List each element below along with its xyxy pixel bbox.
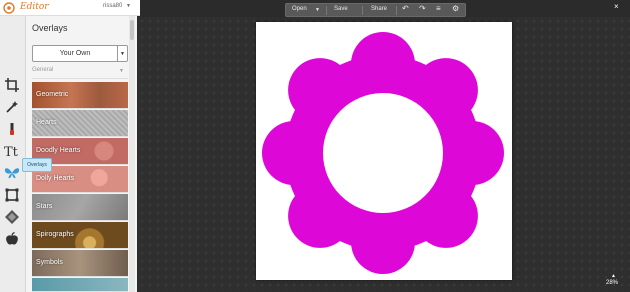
panel-scrollbar[interactable] bbox=[129, 16, 135, 292]
undo-icon[interactable]: ↶ bbox=[402, 4, 409, 13]
your-own-select[interactable]: Your Own bbox=[32, 45, 118, 62]
redo-icon[interactable]: ↷ bbox=[419, 4, 426, 13]
overlay-label: Stars bbox=[36, 203, 53, 210]
image-canvas[interactable] bbox=[256, 22, 512, 280]
butterfly-icon bbox=[4, 168, 20, 179]
flower-petal bbox=[351, 32, 415, 96]
flower-petal bbox=[351, 210, 415, 274]
overlay-item-hearts[interactable]: Hearts bbox=[32, 110, 128, 137]
crop-icon bbox=[5, 78, 19, 92]
zoom-level: 28% bbox=[606, 280, 619, 286]
flower-petal bbox=[440, 121, 504, 185]
user-menu-caret-icon[interactable]: ▼ bbox=[126, 3, 131, 9]
layers-icon[interactable]: ≡ bbox=[436, 4, 441, 13]
zoom-caret-icon[interactable]: ▲ bbox=[611, 273, 616, 279]
brush-tool[interactable] bbox=[2, 120, 22, 138]
toolbar-divider bbox=[326, 6, 327, 15]
flower-center bbox=[323, 93, 443, 213]
frame-icon bbox=[5, 188, 19, 202]
logo-text: Editor bbox=[20, 2, 49, 12]
texture-tool[interactable] bbox=[2, 208, 22, 226]
top-toolbar: Open ▼ Save Share ↶ ↷ ≡ ⚙ bbox=[285, 3, 466, 17]
overlay-label: Geometric bbox=[36, 91, 69, 98]
brush-icon bbox=[10, 123, 14, 135]
close-icon[interactable]: × bbox=[614, 2, 619, 11]
overlay-label: Hearts bbox=[36, 119, 57, 126]
category-dropdown[interactable]: General ▼ bbox=[32, 67, 128, 79]
select-caret-icon[interactable]: ▼ bbox=[117, 45, 128, 62]
overlay-item-symbols[interactable]: Symbols bbox=[32, 250, 128, 277]
toolbar-divider bbox=[362, 6, 363, 15]
logo-icon bbox=[3, 2, 15, 14]
crop-tool[interactable] bbox=[2, 76, 22, 94]
panel-scrollbar-thumb[interactable] bbox=[130, 20, 134, 40]
category-caret-icon: ▼ bbox=[119, 68, 124, 74]
themes-tool[interactable] bbox=[2, 230, 22, 248]
overlay-item-geometric[interactable]: Geometric bbox=[32, 82, 128, 109]
overlay-item-partial[interactable] bbox=[32, 278, 128, 292]
flower-overlay[interactable] bbox=[256, 22, 512, 280]
frame-tool[interactable] bbox=[2, 186, 22, 204]
overlays-tool[interactable] bbox=[2, 164, 22, 182]
overlay-item-spirographs[interactable]: Spirographs bbox=[32, 222, 128, 249]
overlays-panel: Overlays Your Own ▼ General ▼ Geometric … bbox=[26, 16, 137, 292]
overlays-tooltip: Overlays bbox=[22, 158, 52, 172]
overlay-label: Symbols bbox=[36, 259, 63, 266]
app-header: Editor rissa80 ▼ bbox=[0, 0, 140, 16]
save-button[interactable]: Save bbox=[334, 6, 348, 12]
share-button[interactable]: Share bbox=[371, 6, 387, 12]
open-caret-icon[interactable]: ▼ bbox=[315, 7, 320, 13]
overlay-item-stars[interactable]: Stars bbox=[32, 194, 128, 221]
category-label: General bbox=[32, 67, 54, 73]
text-tool[interactable]: Tt bbox=[2, 142, 22, 160]
texture-icon bbox=[5, 210, 19, 224]
text-icon: Tt bbox=[4, 145, 19, 158]
svg-text:Tt: Tt bbox=[4, 145, 19, 158]
username[interactable]: rissa80 bbox=[103, 3, 122, 9]
toolbar-divider bbox=[396, 6, 397, 15]
apple-icon bbox=[6, 232, 18, 245]
magic-wand-tool[interactable] bbox=[2, 98, 22, 116]
overlay-label: Dolly Hearts bbox=[36, 175, 75, 182]
overlay-label: Doodly Hearts bbox=[36, 147, 81, 154]
open-button[interactable]: Open bbox=[292, 6, 307, 12]
flower-petal bbox=[262, 121, 326, 185]
overlay-label: Spirographs bbox=[36, 231, 74, 238]
magic-wand-icon bbox=[6, 101, 18, 113]
tool-strip: Tt bbox=[0, 16, 26, 292]
panel-title: Overlays bbox=[32, 23, 68, 33]
settings-icon[interactable]: ⚙ bbox=[452, 4, 459, 13]
